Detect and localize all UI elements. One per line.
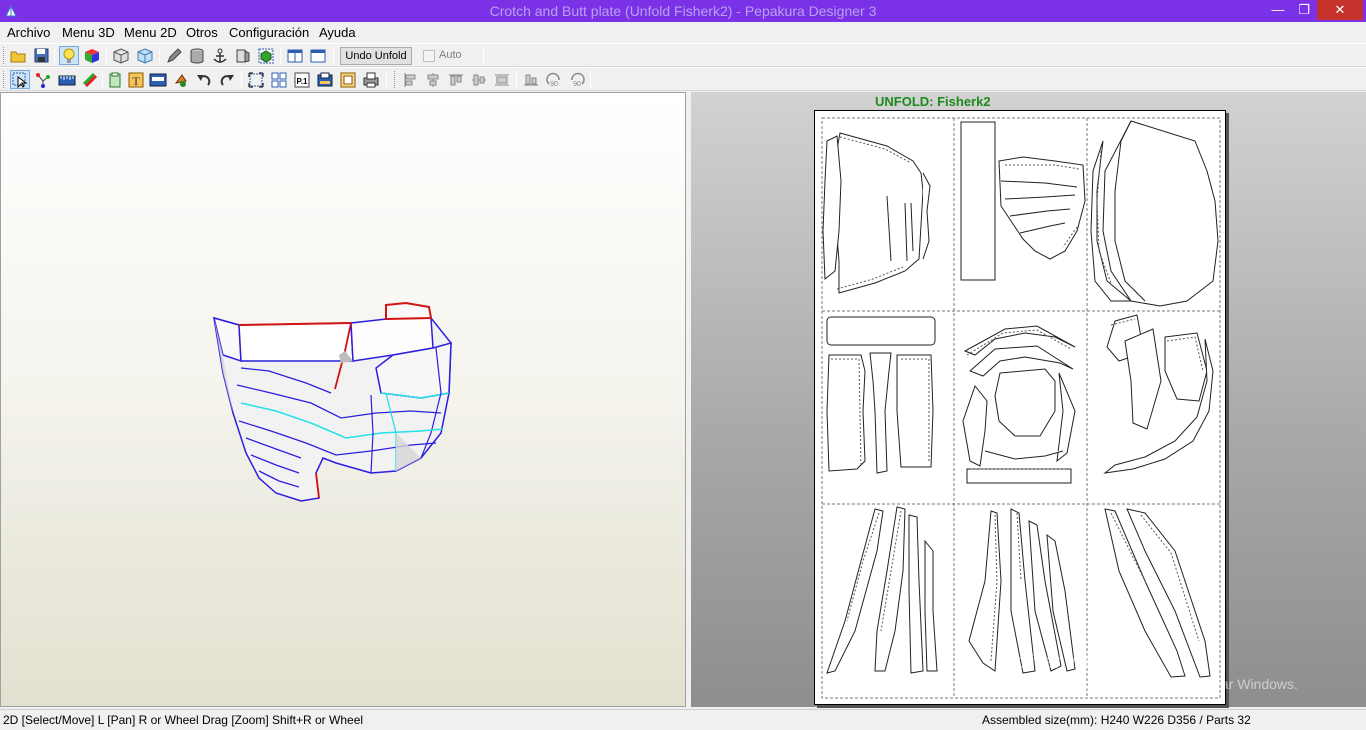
text-icon[interactable]: T: [126, 70, 146, 89]
minimize-button[interactable]: —: [1265, 0, 1291, 20]
align-middle-icon[interactable]: [469, 70, 489, 89]
undo-unfold-button[interactable]: Undo Unfold: [340, 47, 412, 65]
activation-watermark: Activar Windows Ir a Configuración de PC…: [1003, 652, 1298, 692]
select-move-icon[interactable]: [10, 70, 30, 89]
window-title: Crotch and Butt plate (Unfold Fisherk2) …: [489, 3, 877, 19]
view-2d[interactable]: UNFOLD: Fisherk2 Activar Windows Ir a Co…: [691, 92, 1366, 707]
menu-archivo[interactable]: Archivo: [7, 25, 50, 40]
open-folder-icon[interactable]: [8, 46, 28, 65]
textured-cube-icon[interactable]: [135, 46, 155, 65]
rotate-part-icon[interactable]: [171, 70, 191, 89]
fit-icon[interactable]: [246, 70, 266, 89]
auto-label: Auto: [439, 49, 462, 61]
status-assembled-size: Assembled size(mm): H240 W226 D356 / Par…: [982, 713, 1251, 727]
cylinder-icon[interactable]: [187, 46, 207, 65]
menu-2d[interactable]: Menu 2D: [124, 25, 177, 40]
auto-checkbox[interactable]: [423, 50, 435, 62]
print-layout-icon[interactable]: [315, 70, 335, 89]
print-icon[interactable]: [361, 70, 381, 89]
title-bar: Crotch and Butt plate (Unfold Fisherk2) …: [0, 0, 1366, 22]
image-icon[interactable]: [148, 70, 168, 89]
distribute-icon[interactable]: [492, 70, 512, 89]
layout-full-icon[interactable]: [308, 46, 328, 65]
maximize-button[interactable]: ❐: [1291, 0, 1317, 20]
flap-edit-icon[interactable]: [105, 70, 125, 89]
toolbar-main: Undo Unfold Auto: [0, 43, 1366, 67]
rotate-90-ccw-icon[interactable]: 90: [544, 70, 564, 89]
light-bulb-icon[interactable]: [59, 46, 79, 65]
svg-text:T: T: [132, 74, 140, 88]
frame-icon[interactable]: [338, 70, 358, 89]
group-icon[interactable]: [269, 70, 289, 89]
menu-3d[interactable]: Menu 3D: [62, 25, 115, 40]
watermark-line2: Ir a Configuración de PC para activar Wi…: [1003, 676, 1298, 692]
close-button[interactable]: ✕: [1317, 0, 1363, 20]
pencil-edit-icon[interactable]: [164, 46, 184, 65]
toolbar-2d: T P.1 90 90: [0, 67, 1366, 91]
rotate-ccw-label: 90: [550, 81, 558, 88]
view-3d[interactable]: [0, 92, 686, 707]
page-number-icon[interactable]: P.1: [292, 70, 312, 89]
menu-configuracion[interactable]: Configuración: [229, 25, 309, 40]
print-page[interactable]: [814, 110, 1226, 705]
watermark-line1: Activar Windows: [1003, 652, 1144, 673]
wireframe-cube-icon[interactable]: [111, 46, 131, 65]
menu-ayuda[interactable]: Ayuda: [319, 25, 356, 40]
page-number-text: P.1: [297, 77, 309, 86]
redo-arrow-icon[interactable]: [217, 70, 237, 89]
color-cube-icon[interactable]: [82, 46, 102, 65]
align-top-icon[interactable]: [446, 70, 466, 89]
toolbar-grip-align[interactable]: [394, 71, 397, 88]
toolbar-grip-2d[interactable]: [3, 71, 6, 88]
status-bar: 2D [Select/Move] L [Pan] R or Wheel Drag…: [0, 709, 1366, 730]
ruler-icon[interactable]: [57, 70, 77, 89]
menu-bar: Archivo Menu 3D Menu 2D Otros Configurac…: [0, 22, 1366, 43]
join-edges-icon[interactable]: [33, 70, 53, 89]
unfolded-parts[interactable]: [815, 111, 1227, 706]
align-left-icon[interactable]: [400, 70, 420, 89]
unfold-title: UNFOLD: Fisherk2: [875, 94, 991, 109]
align-bottom-icon[interactable]: [521, 70, 541, 89]
3d-model[interactable]: [1, 93, 687, 708]
align-center-icon[interactable]: [423, 70, 443, 89]
layout-left-icon[interactable]: [285, 46, 305, 65]
rotate-90-cw-icon[interactable]: 90: [567, 70, 587, 89]
status-mode-hint: 2D [Select/Move] L [Pan] R or Wheel Drag…: [3, 713, 364, 727]
rotate-cw-label: 90: [573, 81, 581, 88]
tool-stack-icon[interactable]: [80, 70, 100, 89]
toolbar-grip[interactable]: [3, 47, 6, 64]
anchor-icon[interactable]: [210, 46, 230, 65]
select-face-icon[interactable]: [256, 46, 276, 65]
flap-icon[interactable]: [233, 46, 253, 65]
undo-arrow-icon[interactable]: [194, 70, 214, 89]
save-icon[interactable]: [31, 46, 51, 65]
menu-otros[interactable]: Otros: [186, 25, 218, 40]
